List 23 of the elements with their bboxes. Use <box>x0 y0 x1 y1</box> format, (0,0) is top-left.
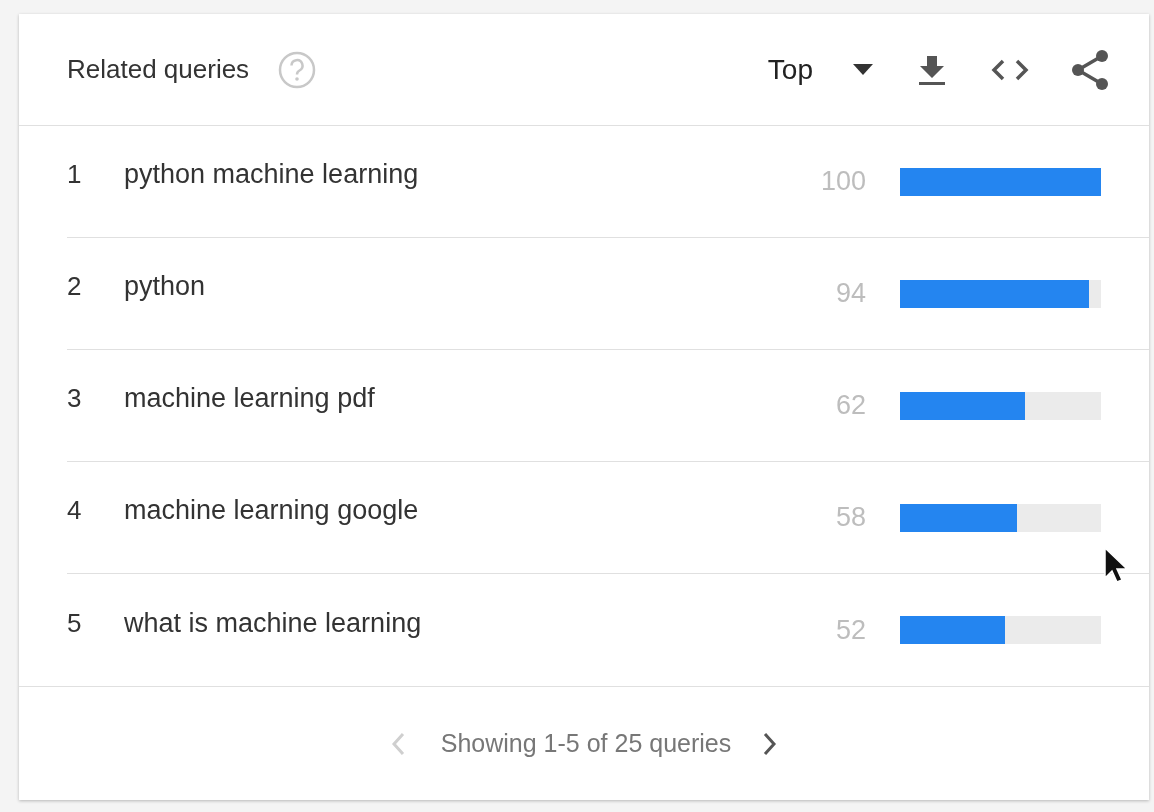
value-label: 52 <box>835 613 866 647</box>
rank-number: 2 <box>67 270 83 303</box>
chevron-right-icon[interactable] <box>763 731 778 756</box>
value-label: 94 <box>835 277 866 311</box>
top-dropdown[interactable]: Top <box>767 48 873 91</box>
caret-icon <box>853 63 873 76</box>
rank-number: 5 <box>67 606 83 640</box>
query-link[interactable]: python <box>124 266 206 307</box>
share-icon[interactable] <box>1071 48 1109 91</box>
query-link[interactable]: machine learning pdf <box>124 378 375 419</box>
value-label: 100 <box>820 165 866 199</box>
rank-number: 3 <box>67 382 83 415</box>
card-title: Related queries <box>67 53 250 86</box>
value-label: 58 <box>835 501 866 535</box>
download-icon[interactable] <box>917 53 947 86</box>
query-link[interactable]: machine learning google <box>124 490 419 531</box>
value-label: 62 <box>835 389 866 423</box>
query-link[interactable]: what is machine learning <box>124 602 422 644</box>
embed-code-icon[interactable] <box>991 57 1029 82</box>
rank-number: 1 <box>67 158 83 191</box>
query-link[interactable]: python machine learning <box>124 154 419 195</box>
rank-number: 4 <box>67 494 83 527</box>
pagination-label: Showing 1-5 of 25 queries <box>440 727 732 759</box>
